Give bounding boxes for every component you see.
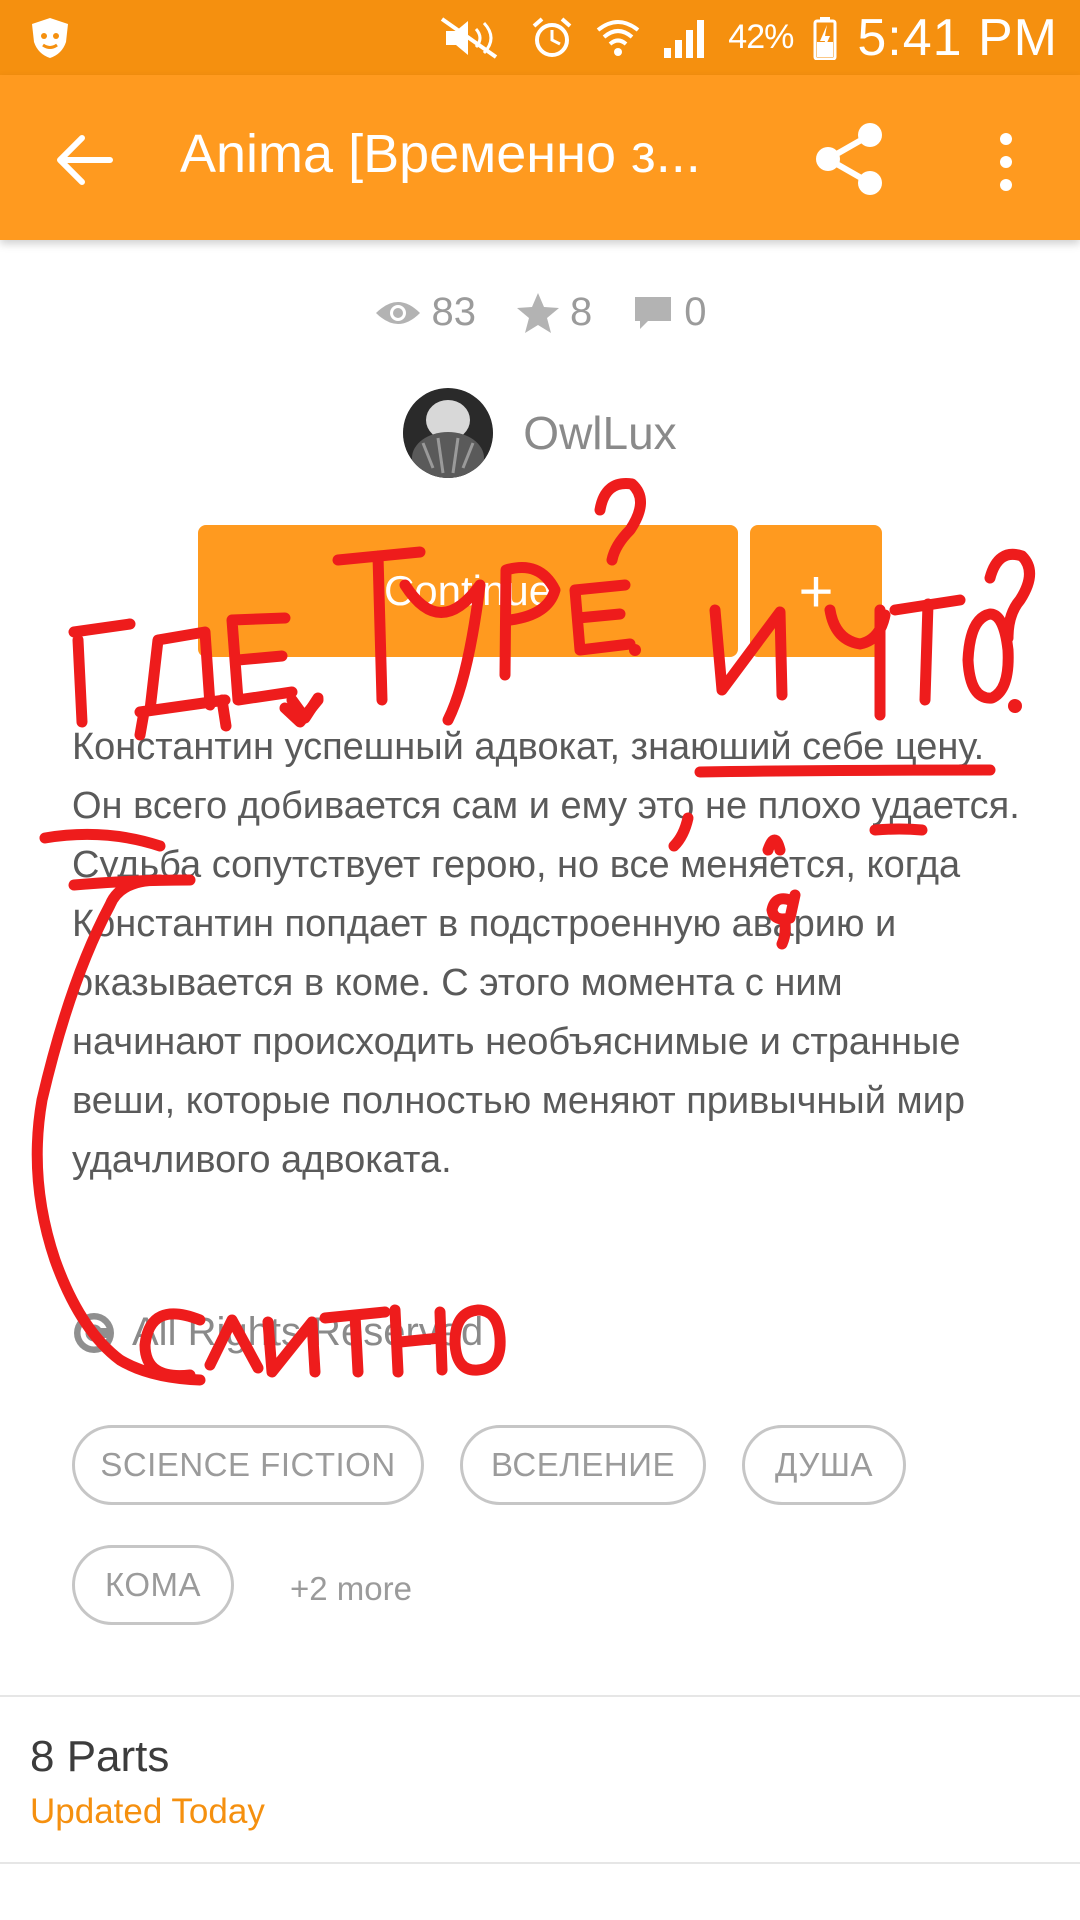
wifi-icon — [594, 16, 642, 60]
divider-bottom — [0, 1862, 1080, 1864]
divider-top — [0, 1695, 1080, 1697]
alarm-icon — [530, 16, 574, 60]
shield-app-icon — [28, 16, 72, 60]
share-icon — [816, 123, 882, 195]
star-icon — [517, 292, 559, 333]
comments-stat: 0 — [632, 290, 707, 335]
tag-dusha[interactable]: ДУША — [742, 1425, 906, 1505]
annotation-dot-2 — [1008, 699, 1022, 713]
continue-reading-button[interactable]: Continue — [198, 525, 738, 657]
back-button[interactable] — [50, 125, 120, 195]
author-name[interactable]: OwlLux — [523, 406, 676, 460]
updated-label: Updated Today — [30, 1792, 265, 1831]
status-icons: 42% 5:41 PM — [440, 0, 1058, 75]
avatar[interactable] — [403, 388, 494, 478]
clock: 5:41 PM — [857, 8, 1058, 67]
comments-count: 0 — [684, 290, 707, 334]
more-options-button[interactable] — [986, 127, 1026, 197]
comment-icon — [635, 296, 672, 329]
copyright-label: All Rights Reserved — [132, 1310, 484, 1354]
share-button[interactable] — [808, 117, 892, 201]
more-tags-link[interactable]: +2 more — [290, 1570, 412, 1608]
votes-count: 8 — [570, 290, 593, 334]
more-vert-icon — [1000, 133, 1012, 191]
stats-row: 83 8 0 — [0, 290, 1080, 335]
mute-icon — [440, 16, 510, 59]
author-row[interactable]: OwlLux — [0, 388, 1080, 478]
add-to-library-button[interactable]: + — [750, 525, 882, 657]
votes-stat: 8 — [516, 290, 592, 335]
story-description: Константин успешный адвокат, знаюший себ… — [72, 726, 1020, 1181]
battery-percent: 42% — [728, 18, 794, 56]
story-title: Anima [Временно з... — [180, 124, 701, 184]
arrow-left-icon — [57, 135, 113, 185]
tag-science-fiction[interactable]: SCIENCE FICTION — [72, 1425, 424, 1505]
views-stat: 83 — [374, 290, 477, 335]
app-bar: Anima [Временно з... — [0, 75, 1080, 240]
tag-koma[interactable]: КОМА — [72, 1545, 234, 1625]
views-count: 83 — [431, 290, 477, 334]
signal-icon — [662, 16, 708, 60]
battery-charging-icon — [813, 16, 837, 60]
copyright-icon — [74, 1312, 114, 1353]
copyright-row: All Rights Reserved — [72, 1310, 483, 1355]
status-bar: 42% 5:41 PM — [0, 0, 1080, 75]
avatar-image — [403, 388, 494, 478]
eye-icon — [375, 301, 420, 324]
tag-vselenie[interactable]: ВСЕЛЕНИЕ — [460, 1425, 706, 1505]
parts-count[interactable]: 8 Parts — [30, 1732, 169, 1782]
